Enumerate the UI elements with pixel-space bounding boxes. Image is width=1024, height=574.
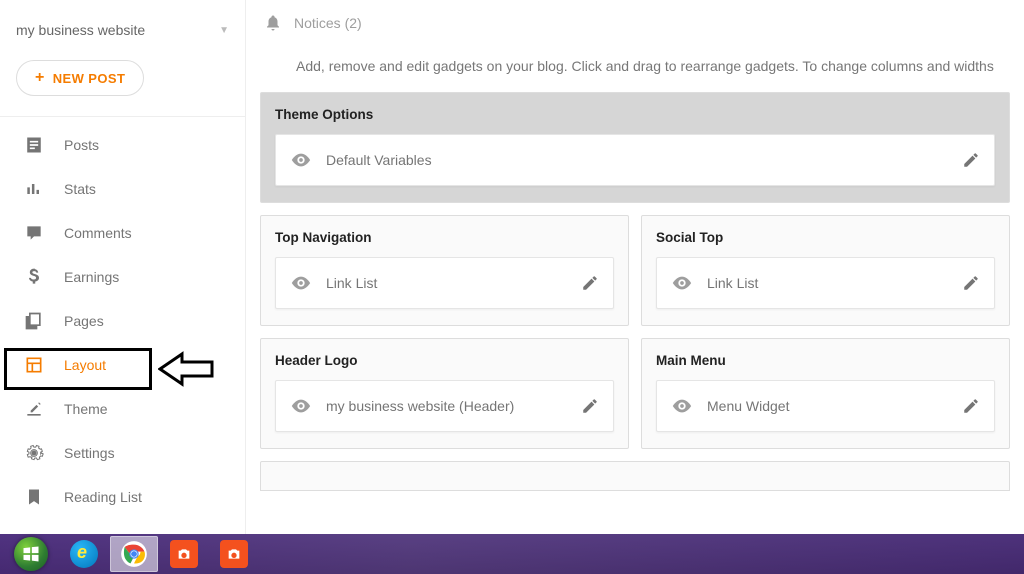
visibility-icon [671, 272, 693, 294]
sidebar-item-label: Stats [64, 181, 96, 197]
windows-orb-icon [14, 537, 48, 571]
visibility-icon [290, 272, 312, 294]
visibility-icon [290, 149, 312, 171]
section-header-logo: Header Logo my business website (Header) [260, 338, 629, 449]
sidebar-item-pages[interactable]: Pages [0, 299, 245, 343]
gadget-label: Link List [326, 275, 567, 291]
section-theme-options: Theme Options Default Variables [260, 92, 1010, 203]
gadget-label: Menu Widget [707, 398, 948, 414]
section-main-menu: Main Menu Menu Widget [641, 338, 1010, 449]
section-social-top: Social Top Link List [641, 215, 1010, 326]
chrome-icon [120, 540, 148, 568]
taskbar-app-2[interactable] [210, 536, 258, 572]
taskbar-ie[interactable] [60, 536, 108, 572]
notices-text: Notices (2) [294, 15, 362, 31]
sidebar-item-label: Layout [64, 357, 106, 373]
gadget-label: Default Variables [326, 152, 948, 168]
sidebar-item-label: Pages [64, 313, 104, 329]
caret-down-icon: ▼ [219, 25, 229, 36]
section-title: Main Menu [656, 353, 995, 368]
sidebar-item-stats[interactable]: Stats [0, 167, 245, 211]
sidebar: my business website ▼ + NEW POST Posts S… [0, 0, 246, 534]
sidebar-item-settings[interactable]: Settings [0, 431, 245, 475]
camera-icon [220, 540, 248, 568]
section-title: Social Top [656, 230, 995, 245]
gadget-main-menu[interactable]: Menu Widget [656, 380, 995, 432]
sidebar-item-label: Posts [64, 137, 99, 153]
annotation-arrow-icon [158, 348, 216, 390]
gadget-top-nav-linklist[interactable]: Link List [275, 257, 614, 309]
blog-name: my business website [16, 22, 145, 38]
sidebar-item-posts[interactable]: Posts [0, 123, 245, 167]
notices-bar[interactable]: Notices (2) [246, 0, 1024, 46]
gadget-label: Link List [707, 275, 948, 291]
blog-selector[interactable]: my business website ▼ [0, 12, 245, 52]
sidebar-nav: Posts Stats Comments Earnings Pages Layo… [0, 123, 245, 519]
stats-icon [24, 179, 44, 199]
divider [0, 116, 245, 117]
settings-icon [24, 443, 44, 463]
visibility-icon [671, 395, 693, 417]
start-button[interactable] [4, 536, 58, 572]
gadget-label: my business website (Header) [326, 398, 567, 414]
sidebar-item-comments[interactable]: Comments [0, 211, 245, 255]
sidebar-item-reading-list[interactable]: Reading List [0, 475, 245, 519]
layout-area: Theme Options Default Variables Top Navi… [246, 92, 1024, 491]
pages-icon [24, 311, 44, 331]
section-title: Header Logo [275, 353, 614, 368]
section-top-navigation: Top Navigation Link List [260, 215, 629, 326]
posts-icon [24, 135, 44, 155]
sidebar-item-earnings[interactable]: Earnings [0, 255, 245, 299]
gadget-header-logo[interactable]: my business website (Header) [275, 380, 614, 432]
camera-icon [170, 540, 198, 568]
taskbar-app-1[interactable] [160, 536, 208, 572]
edit-icon[interactable] [581, 274, 599, 292]
edit-icon[interactable] [962, 397, 980, 415]
taskbar [0, 534, 1024, 574]
plus-icon: + [35, 70, 45, 86]
sidebar-item-theme[interactable]: Theme [0, 387, 245, 431]
earnings-icon [24, 267, 44, 287]
sidebar-item-label: Earnings [64, 269, 119, 285]
theme-icon [24, 399, 44, 419]
taskbar-chrome[interactable] [110, 536, 158, 572]
edit-icon[interactable] [581, 397, 599, 415]
section-title: Top Navigation [275, 230, 614, 245]
section-title: Theme Options [275, 107, 995, 122]
sidebar-item-label: Settings [64, 445, 115, 461]
instructions-text: Add, remove and edit gadgets on your blo… [246, 46, 1024, 92]
bell-icon [264, 14, 282, 32]
new-post-label: NEW POST [53, 71, 126, 86]
comments-icon [24, 223, 44, 243]
main-content: Notices (2) Add, remove and edit gadgets… [246, 0, 1024, 534]
edit-icon[interactable] [962, 151, 980, 169]
section-partial [260, 461, 1010, 491]
bookmark-icon [24, 487, 44, 507]
gadget-default-variables[interactable]: Default Variables [275, 134, 995, 186]
sidebar-item-label: Comments [64, 225, 132, 241]
gadget-social-top-linklist[interactable]: Link List [656, 257, 995, 309]
edit-icon[interactable] [962, 274, 980, 292]
sidebar-item-label: Reading List [64, 489, 142, 505]
layout-icon [24, 355, 44, 375]
new-post-button[interactable]: + NEW POST [16, 60, 144, 96]
visibility-icon [290, 395, 312, 417]
ie-icon [70, 540, 98, 568]
sidebar-item-label: Theme [64, 401, 108, 417]
